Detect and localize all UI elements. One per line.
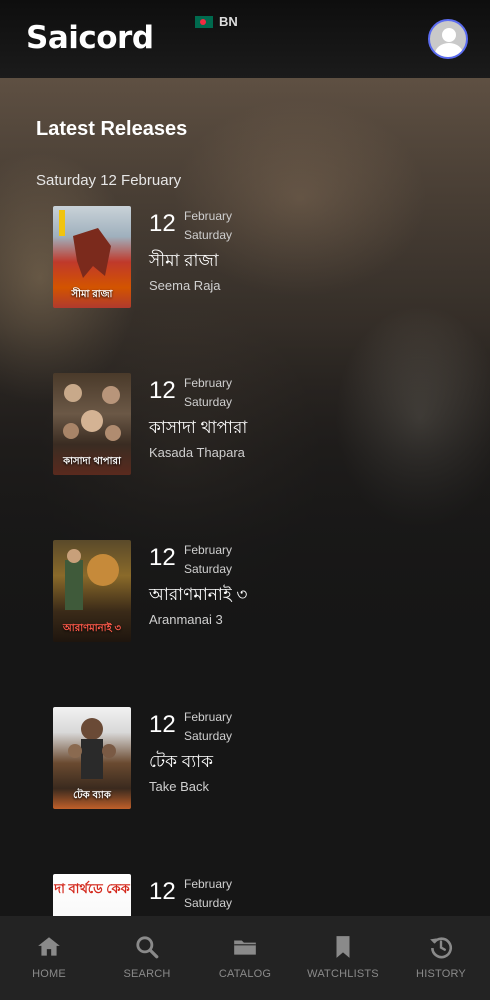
release-day: 12 — [149, 878, 176, 905]
release-title-english: Kasada Thapara — [149, 445, 245, 460]
nav-label: HISTORY — [416, 968, 466, 980]
release-month: February — [184, 376, 233, 390]
app-header: Saicord BN — [0, 0, 490, 78]
release-title-bengali[interactable]: কাসাদা থাপারা — [149, 415, 247, 443]
release-title-english: Aranmanai 3 — [149, 612, 223, 627]
bookmark-icon — [336, 936, 350, 958]
release-title-bengali[interactable]: সীমা রাজা — [149, 248, 219, 276]
poster-title: কাসাদা থাপারা — [63, 456, 121, 467]
release-title-english: Seema Raja — [149, 278, 221, 293]
release-month: February — [184, 710, 233, 724]
release-title-bengali[interactable]: টেক ব্যাক — [149, 749, 213, 777]
release-item[interactable]: আরাণমানাই ৩ 12 February Saturday আরাণমান… — [53, 540, 453, 642]
language-switcher[interactable]: BN — [195, 14, 238, 29]
search-icon — [136, 936, 159, 959]
release-day: 12 — [149, 544, 176, 571]
bottom-navigation: HOME SEARCH CATALOG WATCHLISTS HISTORY — [0, 916, 490, 1000]
nav-label: CATALOG — [218, 968, 272, 980]
poster-thumbnail[interactable]: কাসাদা থাপারা — [53, 373, 131, 475]
poster-thumbnail[interactable]: সীমা রাজা — [53, 206, 131, 308]
poster-thumbnail[interactable]: আরাণমানাই ৩ — [53, 540, 131, 642]
release-title-english: Take Back — [149, 779, 209, 794]
nav-history[interactable]: HISTORY — [392, 916, 490, 1000]
section-title: Latest Releases — [36, 118, 188, 140]
release-weekday: Saturday — [184, 896, 233, 910]
language-code: BN — [219, 14, 238, 29]
releases-content: Latest Releases Saturday 12 February সীম… — [0, 78, 490, 916]
nav-search[interactable]: SEARCH — [98, 916, 196, 1000]
home-icon — [38, 937, 60, 956]
nav-home[interactable]: HOME — [0, 916, 98, 1000]
release-weekday: Saturday — [184, 562, 233, 576]
poster-title: সীমা রাজা — [71, 289, 113, 300]
nav-label: WATCHLISTS — [307, 968, 379, 980]
release-day: 12 — [149, 377, 176, 404]
avatar-head — [442, 28, 456, 42]
poster-title: আরাণমানাই ৩ — [63, 623, 121, 634]
nav-label: SEARCH — [123, 968, 171, 980]
release-weekday: Saturday — [184, 395, 233, 409]
app-logo[interactable]: Saicord — [26, 20, 154, 56]
release-weekday: Saturday — [184, 729, 233, 743]
release-title-bengali[interactable]: আরাণমানাই ৩ — [149, 582, 247, 610]
folder-icon — [234, 940, 256, 955]
user-avatar[interactable] — [428, 19, 468, 59]
poster-thumbnail[interactable]: টেক ব্যাক — [53, 707, 131, 809]
nav-catalog[interactable]: CATALOG — [196, 916, 294, 1000]
release-month: February — [184, 209, 233, 223]
avatar-body — [435, 43, 463, 57]
release-month: February — [184, 543, 233, 557]
release-item[interactable]: দা বার্থডে কেক 12 February Saturday — [53, 874, 453, 916]
date-heading: Saturday 12 February — [36, 172, 182, 189]
bangladesh-flag-icon — [195, 15, 213, 28]
release-item[interactable]: সীমা রাজা 12 February Saturday সীমা রাজা… — [53, 206, 453, 308]
release-day: 12 — [149, 711, 176, 738]
release-item[interactable]: কাসাদা থাপারা 12 February Saturday কাসাদ… — [53, 373, 453, 475]
release-item[interactable]: টেক ব্যাক 12 February Saturday টেক ব্যাক… — [53, 707, 453, 809]
poster-title: টেক ব্যাক — [73, 790, 111, 801]
history-icon — [430, 937, 452, 959]
nav-watchlists[interactable]: WATCHLISTS — [294, 916, 392, 1000]
nav-label: HOME — [32, 968, 66, 980]
release-day: 12 — [149, 210, 176, 237]
poster-thumbnail[interactable]: দা বার্থডে কেক — [53, 874, 131, 916]
poster-title: দা বার্থডে কেক — [54, 881, 130, 896]
release-weekday: Saturday — [184, 228, 233, 242]
release-month: February — [184, 877, 233, 891]
